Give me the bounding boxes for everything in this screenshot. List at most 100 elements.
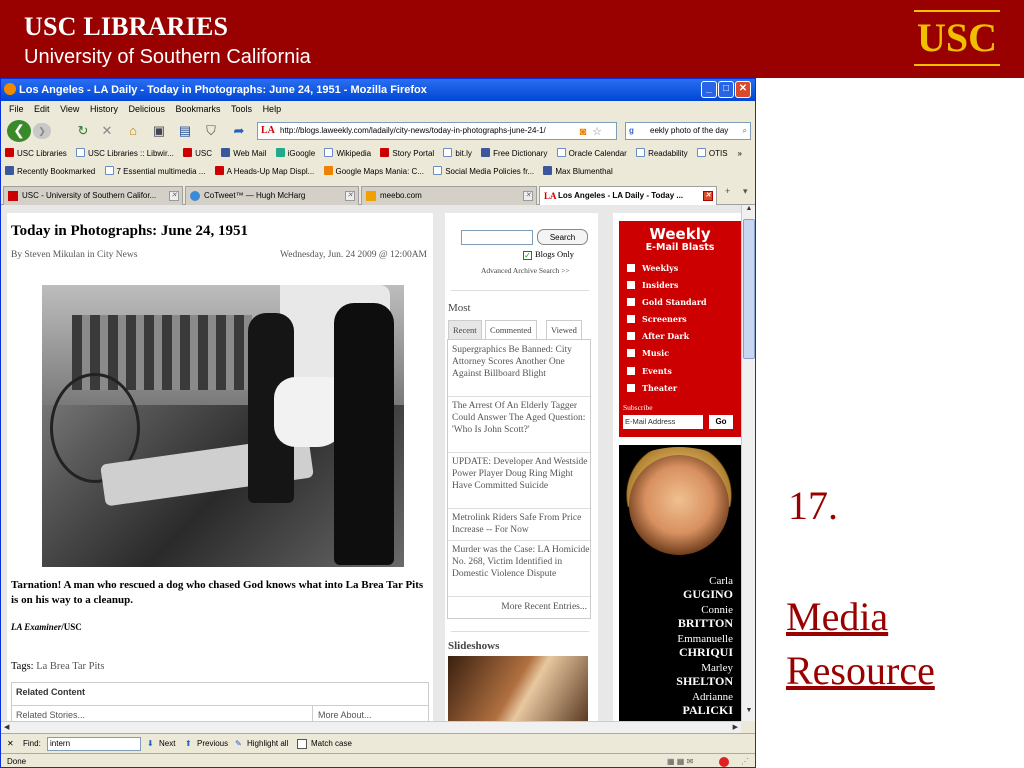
scrollbar-thumb[interactable] <box>743 219 755 359</box>
media-resource-link[interactable]: Media Resource <box>786 590 935 698</box>
menu-help[interactable]: Help <box>263 101 282 117</box>
checkbox-icon[interactable] <box>627 349 635 357</box>
scroll-up-arrow-icon[interactable]: ▲ <box>743 205 755 217</box>
chevron-more-icon[interactable]: » <box>738 145 742 163</box>
tab-viewed[interactable]: Viewed <box>546 320 582 339</box>
bookmark-otis[interactable]: OTIS <box>696 145 728 163</box>
list-item[interactable]: The Arrest Of An Elderly Tagger Could An… <box>452 400 590 436</box>
resize-grip-icon[interactable]: ⋰ <box>741 754 749 767</box>
checkbox-icon[interactable] <box>627 281 635 289</box>
bookmark-usc[interactable]: USC <box>183 145 212 163</box>
checkbox-icon[interactable] <box>627 384 635 392</box>
menu-tools[interactable]: Tools <box>231 101 252 117</box>
list-item[interactable]: Metrolink Riders Safe From Price Increas… <box>452 512 590 536</box>
new-tab-icon[interactable]: + <box>725 186 730 196</box>
home-icon[interactable]: ⌂ <box>125 123 141 139</box>
bookmark-max-blumenthal[interactable]: Max Blumenthal <box>543 163 613 181</box>
bookmark-readability[interactable]: Readability <box>636 145 688 163</box>
find-next-button[interactable]: Next <box>159 734 175 754</box>
bookmark-story-portal[interactable]: Story Portal <box>380 145 434 163</box>
option-gold-standard[interactable]: Gold Standard <box>627 297 707 307</box>
checkbox-icon[interactable] <box>627 298 635 306</box>
list-item[interactable]: Supergraphics Be Banned: City Attorney S… <box>452 344 590 380</box>
adblock-icon[interactable] <box>719 757 729 767</box>
match-case-checkbox[interactable] <box>297 739 307 749</box>
tab-close-icon[interactable]: ✕ <box>169 191 179 201</box>
horizontal-scrollbar[interactable]: ◀ ▶ <box>1 721 741 733</box>
tab-close-icon[interactable]: ✕ <box>523 191 533 201</box>
tab-cotweet[interactable]: CoTweet™ — Hugh McHarg ✕ <box>185 186 359 205</box>
bookmark-bitly[interactable]: bit.ly <box>443 145 472 163</box>
menu-file[interactable]: File <box>9 101 24 117</box>
search-button[interactable]: Search <box>537 229 588 245</box>
highlight-all-button[interactable]: Highlight all <box>247 734 288 754</box>
email-field[interactable]: E-Mail Address <box>623 415 703 429</box>
bookmark-essential-multimedia[interactable]: 7 Essential multimedia ... <box>104 163 205 181</box>
go-button[interactable]: Go <box>709 415 733 429</box>
minimize-icon[interactable]: _ <box>701 81 717 98</box>
tag-icon[interactable]: ⛉ <box>203 123 219 139</box>
menu-bookmarks[interactable]: Bookmarks <box>176 101 221 117</box>
tab-list-icon[interactable]: ▾ <box>743 186 748 197</box>
bookmark-free-dictionary[interactable]: Free Dictionary <box>481 145 547 163</box>
tab-la-daily[interactable]: LA Los Angeles - LA Daily - Today ... ✕ <box>539 186 717 206</box>
tab-meebo[interactable]: meebo.com ✕ <box>361 186 537 205</box>
tab-usc[interactable]: USC - University of Southern Califor... ✕ <box>3 186 183 205</box>
bookmark-igoogle[interactable]: iGoogle <box>275 145 315 163</box>
back-arrow-icon[interactable]: ❮ <box>7 120 31 142</box>
option-after-dark[interactable]: After Dark <box>627 331 689 341</box>
find-close-icon[interactable]: ✕ <box>7 734 14 754</box>
menu-view[interactable]: View <box>60 101 79 117</box>
bookmark-page-icon[interactable]: ▤ <box>177 123 193 139</box>
movie-ad-banner[interactable]: Carla GUGINO Connie BRITTON Emmanuelle CHRI… <box>619 445 741 721</box>
maximize-icon[interactable]: □ <box>718 81 734 98</box>
find-previous-button[interactable]: Previous <box>197 734 228 754</box>
star-bookmark-icon[interactable]: ☆ <box>589 124 605 140</box>
bookmark-heads-up-map[interactable]: A Heads-Up Map Displ... <box>214 163 314 181</box>
bookmark-libwire[interactable]: USC Libraries :: Libwir... <box>76 145 174 163</box>
option-weeklys[interactable]: Weeklys <box>627 263 678 273</box>
tab-close-icon[interactable]: ✕ <box>345 191 355 201</box>
advanced-archive-search-link[interactable]: Advanced Archive Search >> <box>481 266 570 275</box>
status-addon-icons[interactable]: ▦ ▦ ✉ <box>667 754 693 767</box>
share-arrow-icon[interactable]: ➦ <box>231 123 247 139</box>
tab-close-icon[interactable]: ✕ <box>703 191 713 201</box>
option-music[interactable]: Music <box>627 348 669 358</box>
magnifier-icon[interactable]: ⌕ <box>743 123 747 139</box>
menu-delicious[interactable]: Delicious <box>128 101 165 117</box>
forward-arrow-icon[interactable]: ❯ <box>33 123 51 139</box>
tab-recent[interactable]: Recent <box>448 320 482 339</box>
blogs-only-checkbox[interactable]: ✓ Blogs Only <box>523 249 574 260</box>
scroll-down-arrow-icon[interactable]: ▼ <box>743 707 755 719</box>
option-events[interactable]: Events <box>627 366 672 376</box>
option-insiders[interactable]: Insiders <box>627 280 679 290</box>
article-byline[interactable]: By Steven Mikulan in City News <box>11 250 137 260</box>
scroll-left-arrow-icon[interactable]: ◀ <box>4 722 9 733</box>
more-recent-entries-link[interactable]: More Recent Entries... <box>501 602 587 612</box>
bookmark-web-mail[interactable]: Web Mail <box>221 145 266 163</box>
bookmark-recently-bookmarked[interactable]: Recently Bookmarked <box>5 163 95 181</box>
menu-history[interactable]: History <box>90 101 118 117</box>
slideshow-thumbnail[interactable] <box>448 656 588 721</box>
tab-commented[interactable]: Commented <box>485 320 537 339</box>
option-screeners[interactable]: Screeners <box>627 314 687 324</box>
list-item[interactable]: Murder was the Case: LA Homicide No. 268… <box>452 544 590 580</box>
bookmark-oracle-calendar[interactable]: Oracle Calendar <box>556 145 627 163</box>
list-item[interactable]: UPDATE: Developer And Westside Power Pla… <box>452 456 590 492</box>
bookmark-usc-libraries[interactable]: USC Libraries <box>5 145 67 163</box>
vertical-scrollbar[interactable]: ▲ ▼ <box>741 205 755 721</box>
find-input[interactable]: intern <box>47 737 141 751</box>
related-stories[interactable]: Related Stories... <box>16 710 85 720</box>
checkbox-icon[interactable] <box>627 332 635 340</box>
google-search-engine-icon[interactable]: g <box>629 123 634 139</box>
checkbox-icon[interactable] <box>627 264 635 272</box>
blog-search-input[interactable] <box>461 230 533 245</box>
bookmark-google-maps-mania[interactable]: Google Maps Mania: C... <box>323 163 424 181</box>
close-icon[interactable]: ✕ <box>735 81 751 98</box>
related-more-about[interactable]: More About... <box>318 710 372 720</box>
scroll-right-arrow-icon[interactable]: ▶ <box>733 722 738 733</box>
screenshot-icon[interactable]: ▣ <box>151 123 167 139</box>
reload-icon[interactable]: ↻ <box>75 123 91 139</box>
checkbox-icon[interactable] <box>627 367 635 375</box>
url-bar[interactable]: LA http://blogs.laweekly.com/ladaily/cit… <box>257 122 617 140</box>
